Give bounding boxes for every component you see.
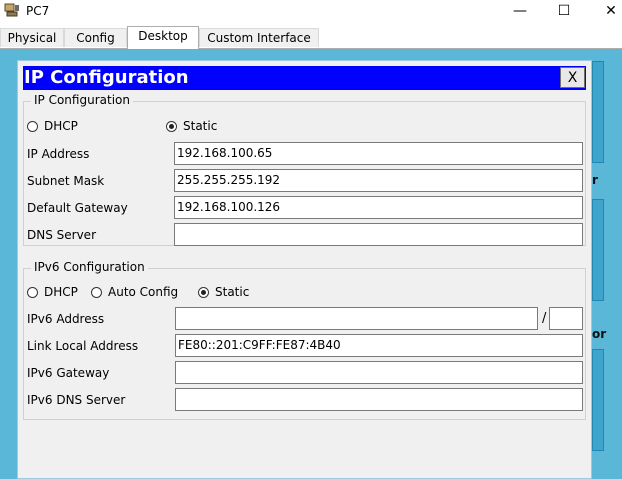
- ip-configuration-dialog: IP Configuration X IP Configuration DHCP…: [17, 60, 592, 479]
- background-app-tile: [592, 61, 604, 163]
- ipv6-prefix-length-input[interactable]: [549, 307, 583, 330]
- ipv6-dns-server-label: IPv6 DNS Server: [27, 393, 126, 407]
- background-label-fragment: r: [592, 173, 598, 187]
- radio-unchecked-icon: [27, 120, 38, 132]
- background-app-tile: [592, 199, 604, 301]
- minimize-button[interactable]: —: [497, 0, 543, 22]
- maximize-button[interactable]: ☐: [541, 0, 587, 22]
- ipv4-static-label: Static: [183, 119, 218, 133]
- subnet-mask-input[interactable]: 255.255.255.192: [174, 169, 583, 192]
- prefix-separator: /: [542, 311, 547, 326]
- ipv6-group: IPv6 Configuration DHCP Auto Config Stat…: [23, 260, 586, 420]
- close-window-button[interactable]: ✕: [588, 0, 622, 22]
- window-titlebar: PC7 — ☐ ✕: [0, 0, 622, 26]
- ipv4-dhcp-label: DHCP: [44, 119, 78, 133]
- window-title: PC7: [26, 4, 50, 18]
- tab-bar: Physical Config Desktop Custom Interface: [0, 26, 622, 49]
- ipv4-dhcp-radio[interactable]: DHCP: [27, 119, 78, 133]
- ipv6-group-legend: IPv6 Configuration: [31, 260, 148, 274]
- ipv4-group: IP Configuration DHCP Static IP Address …: [23, 93, 586, 246]
- ipv6-dns-server-input[interactable]: [175, 388, 583, 411]
- ipv4-group-legend: IP Configuration: [31, 93, 133, 107]
- dialog-titlebar: IP Configuration X: [23, 66, 586, 90]
- dns-server-input[interactable]: [174, 223, 583, 246]
- pc-app-icon: [4, 3, 20, 17]
- radio-checked-icon: [198, 286, 209, 298]
- ipv6-address-label: IPv6 Address: [27, 312, 105, 326]
- radio-unchecked-icon: [27, 286, 38, 298]
- ipv6-static-radio[interactable]: Static: [198, 285, 249, 299]
- ipv6-static-label: Static: [215, 285, 250, 299]
- dialog-title: IP Configuration: [24, 67, 189, 88]
- ip-address-label: IP Address: [27, 147, 90, 161]
- default-gateway-input[interactable]: 192.168.100.126: [174, 196, 583, 219]
- tab-custom-interface[interactable]: Custom Interface: [199, 28, 319, 47]
- background-app-tile: [592, 349, 604, 451]
- ipv6-dhcp-label: DHCP: [44, 285, 78, 299]
- background-label-fragment: or: [592, 327, 607, 341]
- ip-address-input[interactable]: 192.168.100.65: [174, 142, 583, 165]
- tab-desktop[interactable]: Desktop: [127, 26, 199, 49]
- ipv6-gateway-input[interactable]: [175, 361, 583, 384]
- ipv4-static-radio[interactable]: Static: [166, 119, 217, 133]
- ipv6-auto-config-radio[interactable]: Auto Config: [91, 285, 178, 299]
- default-gateway-label: Default Gateway: [27, 201, 128, 215]
- tab-physical[interactable]: Physical: [0, 28, 64, 47]
- radio-unchecked-icon: [91, 286, 102, 298]
- ipv6-auto-config-label: Auto Config: [108, 285, 179, 299]
- dialog-close-button[interactable]: X: [560, 67, 585, 88]
- dns-server-label: DNS Server: [27, 228, 96, 242]
- ipv6-dhcp-radio[interactable]: DHCP: [27, 285, 78, 299]
- ipv6-address-input[interactable]: [175, 307, 538, 330]
- tab-config[interactable]: Config: [64, 28, 127, 47]
- link-local-address-label: Link Local Address: [27, 339, 139, 353]
- radio-checked-icon: [166, 120, 177, 132]
- link-local-address-input[interactable]: FE80::201:C9FF:FE87:4B40: [175, 334, 583, 357]
- subnet-mask-label: Subnet Mask: [27, 174, 105, 188]
- ipv6-gateway-label: IPv6 Gateway: [27, 366, 110, 380]
